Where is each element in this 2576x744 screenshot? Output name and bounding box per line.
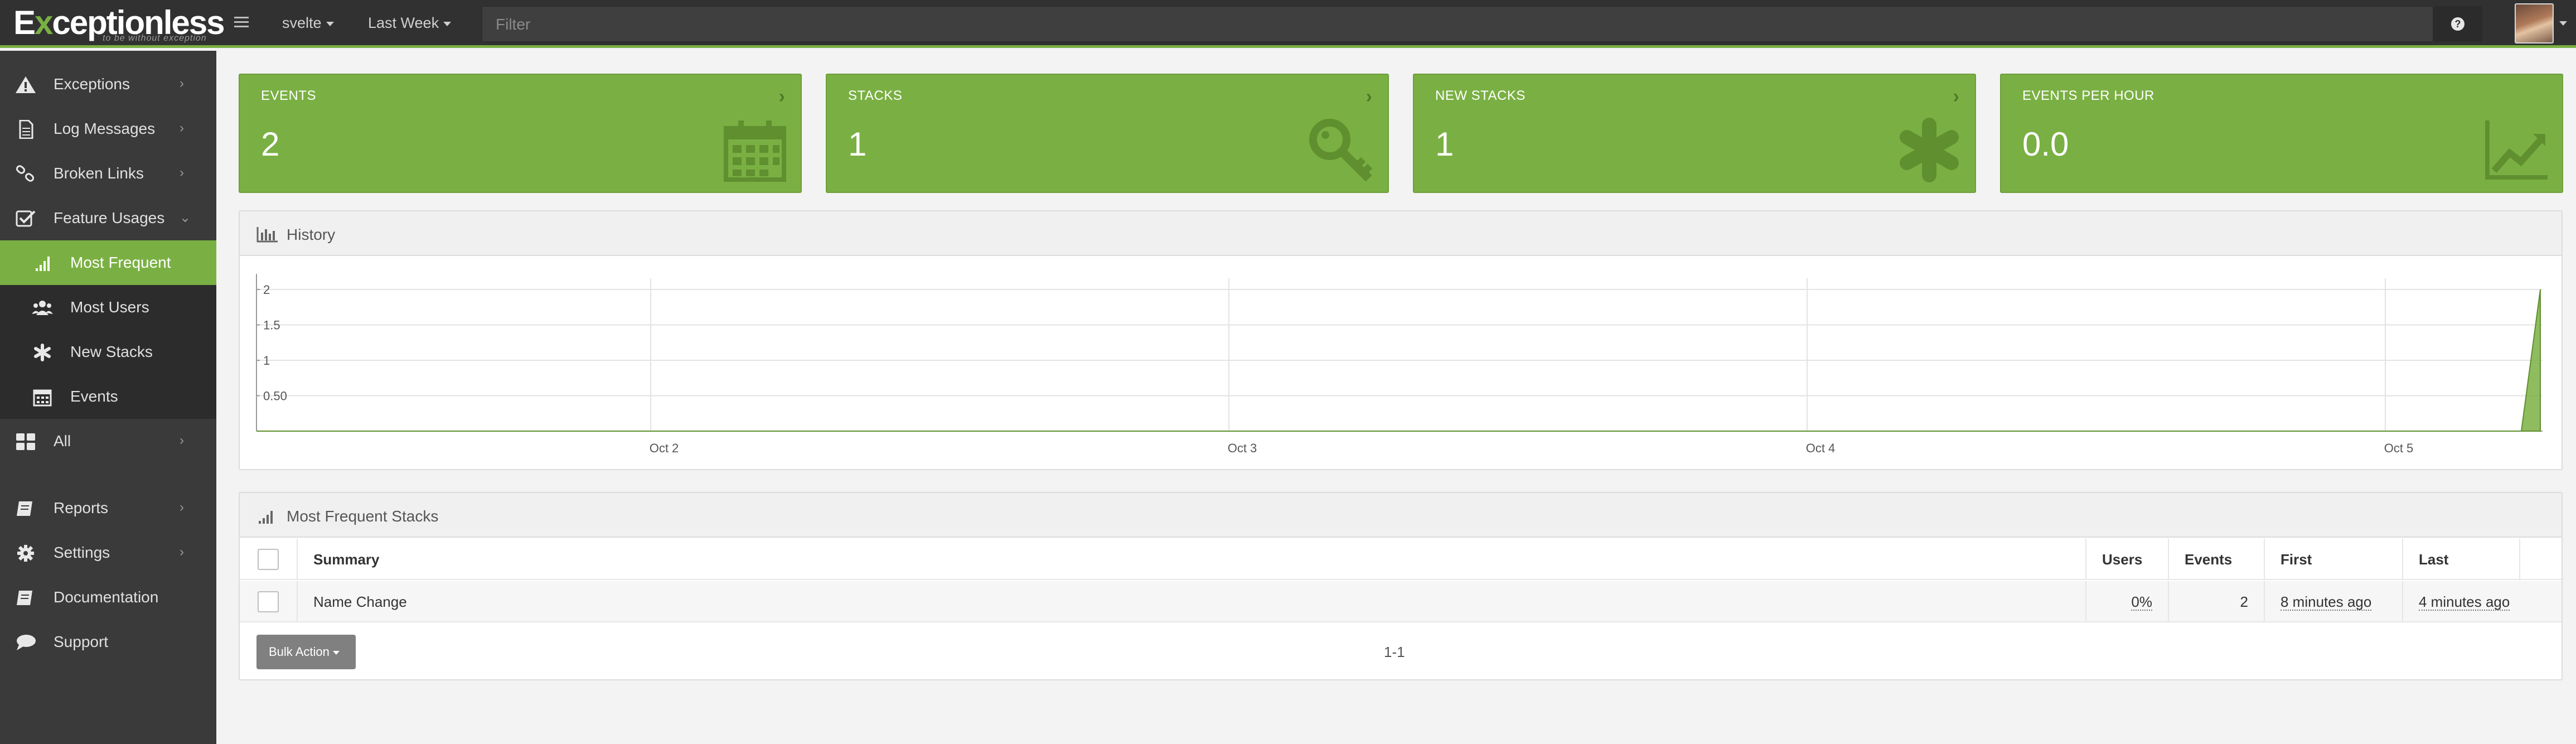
- caret-down-icon[interactable]: [2559, 21, 2567, 26]
- chevron-right-icon: ›: [180, 500, 184, 515]
- sidebar-item-broken-links[interactable]: Broken Links ›: [0, 151, 216, 196]
- chevron-right-icon: ›: [180, 120, 184, 136]
- sidebar-item-documentation[interactable]: Documentation: [0, 575, 216, 620]
- events-count: 2: [2169, 581, 2265, 622]
- stat-card-events-per-hour: EVENTS PER HOUR 0.0: [2000, 74, 2563, 193]
- select-all-checkbox[interactable]: [258, 549, 279, 570]
- select-all-cell: [240, 539, 298, 580]
- sidebar-item-feature-usages[interactable]: Feature Usages ⌄: [0, 196, 216, 240]
- x-tick-label: Oct 3: [1228, 441, 1257, 455]
- column-header-events[interactable]: Events: [2169, 539, 2265, 580]
- history-panel: History 2 1.5 1 0.50 Oct 2 Oct 3 Oct 4 Oct 5: [239, 210, 2563, 470]
- sidebar: Exceptions › Log Messages › Broken Links…: [0, 51, 216, 744]
- table-row[interactable]: Name Change 0% 2 8 minutes ago 4 minutes …: [240, 581, 2562, 622]
- history-chart: 2 1.5 1 0.50 Oct 2 Oct 3 Oct 4 Oct 5: [256, 274, 2543, 455]
- chevron-right-icon: ›: [180, 544, 184, 559]
- sidebar-item-most-users[interactable]: Most Users: [0, 285, 216, 330]
- calendar-icon: [31, 388, 54, 407]
- pagination-info: 1-1: [1384, 644, 1405, 660]
- caret-down-icon: [443, 21, 452, 26]
- book-icon: [14, 588, 37, 607]
- users-percent: 0%: [2131, 593, 2152, 611]
- sidebar-item-reports[interactable]: Reports ›: [0, 486, 216, 530]
- warning-icon: [14, 75, 37, 94]
- column-header-users[interactable]: Users: [2086, 539, 2169, 580]
- key-icon: [1309, 119, 1373, 182]
- file-icon: [14, 119, 37, 139]
- last-seen: 4 minutes ago: [2419, 593, 2510, 611]
- table-header-row: Summary Users Events First Last: [240, 539, 2562, 580]
- x-tick-label: Oct 2: [650, 441, 679, 455]
- project-dropdown[interactable]: svelte: [282, 15, 334, 32]
- chevron-right-icon: ›: [180, 165, 184, 180]
- question-icon: ?: [2451, 17, 2464, 31]
- row-checkbox[interactable]: [258, 591, 279, 612]
- caret-down-icon: [332, 650, 340, 655]
- chevron-right-icon[interactable]: ›: [779, 86, 785, 108]
- y-tick-label: 1: [263, 354, 270, 368]
- time-range-dropdown[interactable]: Last Week: [368, 15, 452, 32]
- panel-header: History: [240, 211, 2562, 256]
- top-navbar: Exceptionless to be without exception sv…: [0, 0, 2576, 48]
- avatar[interactable]: [2515, 3, 2554, 44]
- stat-card-new-stacks[interactable]: NEW STACKS 1 ›: [1413, 74, 1976, 193]
- sidebar-item-new-stacks[interactable]: New Stacks: [0, 330, 216, 374]
- sidebar-item-all[interactable]: All ›: [0, 419, 216, 463]
- sidebar-item-most-frequent[interactable]: Most Frequent: [0, 240, 216, 285]
- x-tick-label: Oct 4: [1806, 441, 1836, 455]
- book-icon: [14, 499, 37, 518]
- unlink-icon: [14, 165, 37, 183]
- chevron-right-icon: ›: [180, 76, 184, 91]
- gear-icon: [14, 544, 37, 563]
- users-icon: [31, 298, 54, 317]
- chevron-right-icon[interactable]: ›: [1953, 86, 1959, 108]
- comment-icon: [14, 633, 37, 652]
- asterisk-icon: [1900, 118, 1959, 182]
- table-footer: Bulk Action 1-1: [240, 625, 2562, 679]
- sidebar-item-log-messages[interactable]: Log Messages ›: [0, 107, 216, 151]
- x-tick-label: Oct 5: [2384, 441, 2414, 455]
- check-square-icon: [14, 209, 37, 228]
- signal-icon: [259, 511, 273, 524]
- column-header-summary[interactable]: Summary: [298, 539, 2086, 580]
- bar-chart-icon: [256, 227, 278, 243]
- calendar-icon: [724, 120, 786, 182]
- caret-down-icon: [326, 21, 334, 26]
- sidebar-item-support[interactable]: Support: [0, 620, 216, 664]
- column-header-last[interactable]: Last: [2403, 539, 2562, 580]
- bulk-action-button[interactable]: Bulk Action: [256, 635, 356, 669]
- signal-icon: [31, 254, 54, 273]
- chevron-down-icon: ⌄: [180, 210, 191, 225]
- y-tick-label: 0.50: [263, 389, 287, 403]
- column-header-first[interactable]: First: [2265, 539, 2403, 580]
- panel-header: Most Frequent Stacks: [240, 493, 2562, 538]
- asterisk-icon: [31, 343, 54, 362]
- chevron-right-icon: ›: [180, 433, 184, 448]
- help-button[interactable]: ?: [2433, 6, 2482, 42]
- stat-card-events[interactable]: EVENTS 2 ›: [239, 74, 802, 193]
- y-tick-label: 1.5: [263, 318, 280, 332]
- line-chart-icon: [2485, 120, 2548, 180]
- stacks-panel: Most Frequent Stacks Summary Users Event…: [239, 492, 2563, 680]
- chevron-right-icon[interactable]: ›: [1366, 86, 1372, 108]
- sidebar-item-exceptions[interactable]: Exceptions ›: [0, 62, 216, 107]
- first-seen: 8 minutes ago: [2280, 593, 2372, 611]
- stat-card-stacks[interactable]: STACKS 1 ›: [826, 74, 1389, 193]
- sidebar-item-settings[interactable]: Settings ›: [0, 530, 216, 575]
- y-tick-label: 2: [263, 283, 270, 297]
- stack-summary-link[interactable]: Name Change: [298, 581, 2086, 622]
- brand-logo[interactable]: Exceptionless to be without exception: [13, 4, 225, 46]
- menu-toggle-icon[interactable]: [234, 17, 249, 30]
- grid-icon: [14, 432, 37, 451]
- sidebar-item-events[interactable]: Events: [0, 374, 216, 419]
- filter-input[interactable]: Filter: [482, 6, 2433, 42]
